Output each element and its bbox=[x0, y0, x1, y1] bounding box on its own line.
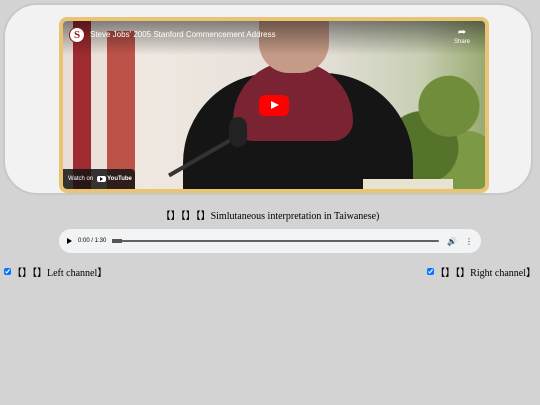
more-options-icon[interactable]: ⋮ bbox=[465, 237, 473, 246]
share-button[interactable]: ➦ Share bbox=[451, 27, 473, 45]
youtube-wordmark: YouTube bbox=[107, 176, 132, 182]
right-channel-checkbox[interactable] bbox=[427, 268, 435, 275]
channel-logo-icon[interactable]: S bbox=[69, 27, 85, 43]
watch-on-label: Watch on bbox=[68, 176, 94, 182]
audio-player[interactable]: 0:00 / 1:30 🔊 ⋮ bbox=[59, 229, 481, 253]
audio-time: 0:00 / 1:30 bbox=[78, 238, 107, 244]
play-icon[interactable] bbox=[67, 238, 72, 244]
watch-on-youtube-button[interactable]: Watch on YouTube bbox=[63, 169, 135, 189]
caption-text: 【】【】【】Simlutaneous interpretation in Tai… bbox=[160, 211, 380, 222]
video-scene-paper bbox=[363, 179, 453, 189]
video-title[interactable]: Steve Jobs' 2005 Stanford Commencement A… bbox=[90, 30, 276, 39]
video-border: S Steve Jobs' 2005 Stanford Commencement… bbox=[59, 17, 489, 193]
left-channel-checkbox[interactable] bbox=[4, 268, 11, 275]
volume-icon[interactable]: 🔊 bbox=[447, 237, 457, 246]
right-channel-toggle[interactable]: 【】【】Right channel】 bbox=[427, 264, 536, 279]
share-icon: ➦ bbox=[457, 27, 467, 38]
share-label: Share bbox=[453, 39, 470, 45]
audio-seek-bar[interactable] bbox=[112, 239, 440, 243]
youtube-logo-icon: YouTube bbox=[97, 176, 132, 182]
video-frame: S Steve Jobs' 2005 Stanford Commencement… bbox=[3, 3, 533, 195]
left-channel-toggle[interactable]: 【】【】Left channel】 bbox=[4, 264, 107, 279]
audio-seek-thumb[interactable] bbox=[112, 239, 123, 243]
video-scene-microphone bbox=[229, 117, 247, 147]
left-channel-label: 【】【】Left channel】 bbox=[12, 268, 108, 279]
video-topbar: S Steve Jobs' 2005 Stanford Commencement… bbox=[63, 21, 485, 55]
right-channel-label: 【】【】Right channel】 bbox=[435, 268, 536, 279]
play-button[interactable] bbox=[259, 95, 289, 116]
youtube-embed[interactable]: S Steve Jobs' 2005 Stanford Commencement… bbox=[63, 21, 485, 189]
